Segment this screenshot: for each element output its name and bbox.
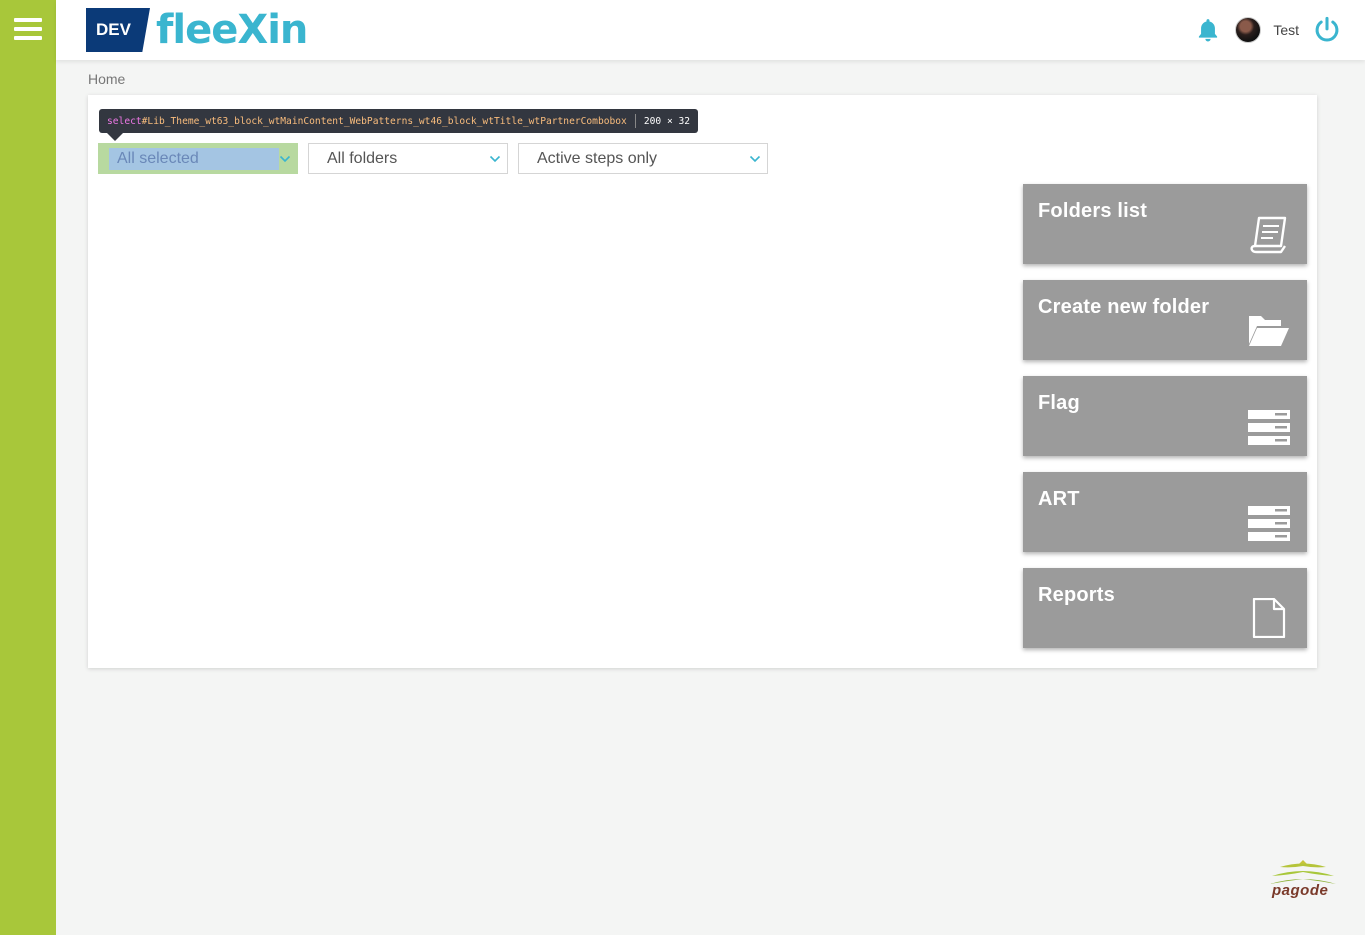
chevron-down-icon <box>749 155 761 163</box>
tooltip-divider <box>634 114 636 128</box>
avatar[interactable] <box>1235 17 1262 43</box>
tile-label: Folders list <box>1038 200 1148 222</box>
folders-select-value: All folders <box>327 150 398 167</box>
tooltip-arrow <box>107 133 123 141</box>
top-header: DEV fleeXin Test <box>56 0 1365 60</box>
hamburger-menu-icon[interactable] <box>14 18 42 42</box>
env-badge: DEV <box>86 8 150 52</box>
server-icon <box>1248 506 1290 541</box>
power-icon[interactable] <box>1313 16 1341 44</box>
header-actions: Test <box>1195 14 1341 46</box>
tile-flag[interactable]: Flag <box>1023 376 1307 456</box>
pagode-wordmark: pagode <box>1272 882 1329 899</box>
devtools-inspector-tooltip: select #Lib_Theme_wt63_block_wtMainConten… <box>99 109 699 133</box>
breadcrumb[interactable]: Home <box>88 71 125 87</box>
bell-icon[interactable] <box>1195 16 1221 44</box>
tooltip-selector: #Lib_Theme_wt63_block_wtMainContent_WebP… <box>141 115 627 127</box>
partner-select-value: All selected <box>109 148 279 170</box>
partner-select[interactable]: All selected <box>98 143 298 174</box>
folder-open-icon <box>1249 316 1289 346</box>
document-icon <box>1252 598 1286 638</box>
steps-select[interactable]: Active steps only <box>518 143 768 174</box>
tooltip-tag: select <box>107 115 142 127</box>
tile-label: Reports <box>1038 584 1115 606</box>
tooltip-dimensions: 200 × 32 <box>643 115 691 127</box>
username[interactable]: Test <box>1273 22 1299 38</box>
tile-art[interactable]: ART <box>1023 472 1307 552</box>
left-sidebar <box>0 0 56 935</box>
book-icon <box>1250 216 1287 254</box>
chevron-down-icon <box>489 155 501 163</box>
app-logo[interactable]: DEV fleeXin <box>86 7 308 53</box>
tile-label: Create new folder <box>1038 296 1210 318</box>
steps-select-value: Active steps only <box>537 150 658 167</box>
tile-reports[interactable]: Reports <box>1023 568 1307 648</box>
tile-folders-list[interactable]: Folders list <box>1023 184 1307 264</box>
main-panel: select #Lib_Theme_wt63_block_wtMainConten… <box>88 95 1317 668</box>
brand-name: fleeXin <box>156 7 308 53</box>
tile-create-new-folder[interactable]: Create new folder <box>1023 280 1307 360</box>
folders-select[interactable]: All folders <box>308 143 508 174</box>
server-icon <box>1248 410 1290 445</box>
chevron-down-icon <box>279 155 291 163</box>
tile-label: Flag <box>1038 392 1080 414</box>
tile-label: ART <box>1038 488 1080 510</box>
